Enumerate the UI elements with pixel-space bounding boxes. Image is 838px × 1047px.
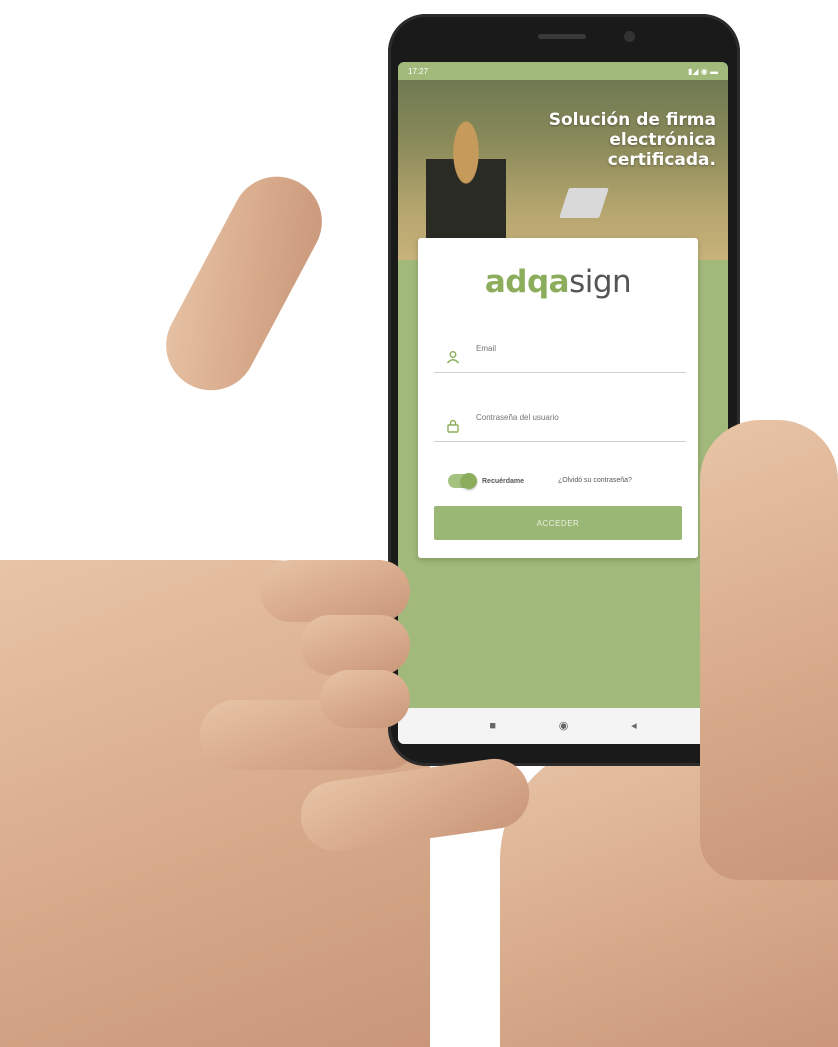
- email-input[interactable]: [474, 338, 678, 358]
- login-card: adqasign Recuérdame ¿Olvidó su contraseñ…: [418, 238, 698, 558]
- recent-apps-icon[interactable]: ■: [489, 720, 496, 732]
- app-logo: adqasign: [418, 264, 698, 300]
- remember-me: Recuérdame: [448, 473, 525, 489]
- remember-toggle[interactable]: [448, 473, 477, 489]
- left-hand-index-finger: [150, 160, 338, 407]
- password-input[interactable]: [474, 407, 678, 427]
- lock-icon: [446, 419, 460, 433]
- left-hand-finger: [300, 615, 410, 675]
- logo-part-sign: sign: [569, 264, 632, 300]
- right-hand-fingers: [700, 420, 838, 880]
- phone: 17:27 ▮◢ ◉ ▬ Solución de firma electróni…: [388, 14, 740, 766]
- left-hand-finger: [320, 670, 410, 728]
- login-button[interactable]: ACCEDER: [434, 506, 682, 540]
- phone-speaker: [538, 34, 586, 39]
- home-icon[interactable]: ◉: [559, 720, 569, 732]
- password-field: [434, 401, 686, 442]
- toggle-knob: [461, 473, 477, 489]
- remember-label: Recuérdame: [482, 477, 525, 485]
- email-field: [434, 332, 686, 373]
- back-icon[interactable]: ◂: [631, 720, 637, 732]
- forgot-password-link[interactable]: ¿Olvidó su contraseña?: [558, 477, 632, 484]
- woman-with-laptop-photo: [426, 120, 506, 250]
- logo-part-adqa: adqa: [484, 264, 570, 300]
- status-bar: 17:27 ▮◢ ◉ ▬: [398, 62, 728, 80]
- left-hand-finger: [260, 560, 410, 622]
- camera-icon: [624, 31, 635, 42]
- phone-screen: 17:27 ▮◢ ◉ ▬ Solución de firma electróni…: [398, 62, 728, 744]
- status-indicators-icon: ▮◢ ◉ ▬: [688, 66, 718, 76]
- user-icon: [446, 350, 460, 364]
- laptop-photo: [559, 188, 609, 218]
- hero-title: Solución de firma electrónica certificad…: [548, 110, 716, 170]
- status-time: 17:27: [408, 66, 429, 76]
- android-nav-bar: ■ ◉ ◂: [398, 708, 728, 744]
- hero-image: Solución de firma electrónica certificad…: [398, 80, 728, 260]
